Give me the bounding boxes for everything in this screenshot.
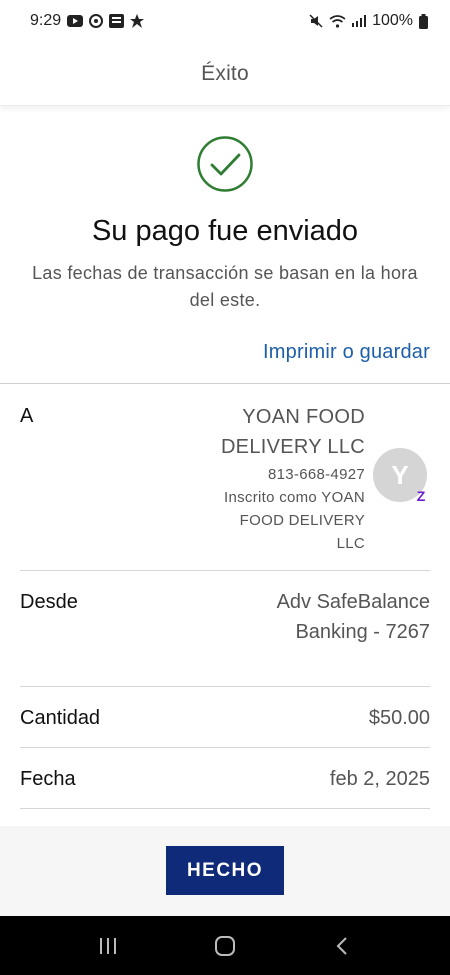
divider	[20, 686, 430, 687]
divider	[0, 383, 450, 384]
status-left: 9:29	[30, 12, 145, 30]
from-account-line1: Adv SafeBalance	[276, 591, 430, 613]
confirmation-headline: Su pago fue enviado	[91, 215, 359, 247]
status-time: 9:29	[30, 12, 62, 29]
back-button[interactable]	[322, 926, 362, 966]
battery-percent: 100%	[372, 12, 413, 29]
recipient-name-line1: YOAN FOOD	[242, 406, 365, 428]
zelle-icon: Z	[416, 488, 426, 504]
date-label: Fecha	[20, 768, 76, 790]
home-icon	[214, 935, 235, 956]
wifi-icon	[329, 14, 346, 28]
sync-icon	[89, 14, 104, 28]
recipient-phone: 813-668-4927	[267, 466, 365, 483]
divider	[20, 570, 430, 571]
app-header: Éxito	[0, 42, 450, 106]
page-title: Éxito	[201, 61, 249, 85]
confirmation-subtext: Las fechas de transacción se basan en la…	[32, 263, 418, 310]
status-bar: 9:29 100%	[0, 0, 450, 42]
divider	[20, 808, 430, 809]
to-label: A	[20, 405, 34, 427]
back-icon	[336, 936, 347, 955]
from-value: Adv SafeBalance Banking - 7267	[277, 587, 430, 647]
recipient-enrolled-line2: FOOD DELIVERY	[239, 512, 365, 529]
home-button[interactable]	[205, 926, 245, 966]
date-value: feb 2, 2025	[329, 768, 430, 790]
amount-value: $50.00	[368, 707, 430, 729]
mute-icon	[309, 14, 323, 28]
leaf-icon	[130, 14, 145, 28]
recipient-enrolled-line1: Inscrito como YOAN	[223, 489, 365, 506]
divider	[20, 747, 430, 748]
recipient-name-line2: DELIVERY LLC	[220, 436, 365, 458]
status-right: 100%	[309, 12, 428, 30]
recent-apps-icon	[100, 937, 117, 954]
youtube-icon	[67, 15, 84, 27]
from-account-line2: Banking - 7267	[295, 621, 430, 643]
signal-icon	[352, 15, 367, 27]
amount-label: Cantidad	[20, 707, 101, 729]
battery-icon	[419, 13, 428, 29]
done-button[interactable]: HECHO	[166, 846, 284, 895]
success-check-icon	[196, 135, 254, 193]
recipient-enrolled-line3: LLC	[336, 535, 365, 552]
recipient-details: YOAN FOOD DELIVERY LLC 813-668-4927 Insc…	[145, 402, 365, 555]
from-label: Desde	[20, 591, 78, 613]
system-nav-bar	[0, 916, 450, 975]
recent-apps-button[interactable]	[88, 926, 128, 966]
print-or-save-link[interactable]: Imprimir o guardar	[263, 341, 430, 364]
news-icon	[109, 14, 125, 28]
